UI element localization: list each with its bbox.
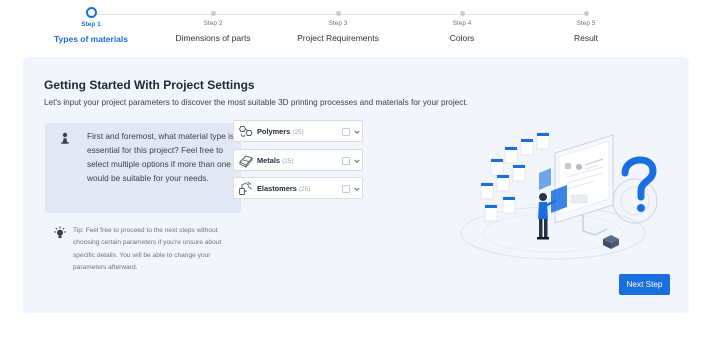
card-title: Getting Started With Project Settings: [44, 78, 255, 92]
material-checkbox[interactable]: [342, 157, 350, 165]
progress-stepper: Step 1 Types of materials Step 2 Dimensi…: [0, 0, 712, 48]
project-settings-card: Getting Started With Project Settings Le…: [23, 57, 689, 313]
step-name: Colors: [449, 33, 475, 43]
material-label: Metals (25): [257, 156, 294, 165]
step-name: Dimensions of parts: [175, 33, 251, 43]
step-number: Step 1: [81, 21, 101, 28]
material-option-polymers[interactable]: Polymers (25): [233, 120, 363, 142]
material-checkbox[interactable]: [342, 128, 350, 136]
chevron-down-icon[interactable]: [353, 157, 361, 165]
question-text: First and foremost, what material type i…: [87, 131, 235, 183]
tip-text: Tip: Feel free to proceed to the next st…: [73, 227, 222, 271]
step-colors[interactable]: Step 4 Colors: [392, 7, 532, 45]
material-checkbox[interactable]: [342, 185, 350, 193]
pawn-icon: [61, 132, 69, 144]
step-number: Step 2: [203, 20, 223, 27]
step-name: Result: [573, 33, 599, 43]
step-name: Project Requirements: [297, 33, 379, 43]
step-dimensions-of-parts[interactable]: Step 2 Dimensions of parts: [143, 7, 283, 45]
material-count: (25): [292, 129, 304, 136]
material-option-elastomers[interactable]: Elastomers (25): [233, 177, 363, 199]
step-dot: [335, 11, 341, 16]
material-label: Elastomers (25): [257, 184, 311, 193]
next-step-button[interactable]: Next Step: [619, 274, 670, 295]
material-count: (25): [282, 158, 294, 165]
card-subtitle: Let's input your project parameters to d…: [44, 98, 468, 107]
step-name: Types of materials: [53, 34, 128, 44]
material-option-metals[interactable]: Metals (25): [233, 149, 363, 171]
step-number: Step 3: [328, 20, 348, 27]
step-dot-active: [85, 7, 97, 18]
material-count: (25): [298, 186, 311, 193]
lightbulb-icon: [54, 226, 66, 239]
step-number: Step 5: [576, 20, 596, 27]
step-dot: [583, 11, 589, 16]
project-settings-illustration: [460, 132, 658, 260]
elastomer-icon: [239, 181, 252, 195]
step-dot: [210, 11, 216, 16]
polymer-icon: [238, 126, 253, 137]
step-project-requirements[interactable]: Step 3 Project Requirements: [268, 7, 408, 45]
step-types-of-materials[interactable]: Step 1 Types of materials: [21, 7, 161, 46]
step-number: Step 4: [452, 20, 472, 27]
metal-icon: [239, 155, 253, 168]
chevron-down-icon[interactable]: [353, 128, 361, 136]
chevron-down-icon[interactable]: [353, 185, 361, 193]
material-label: Polymers (25): [257, 127, 304, 136]
question-box: First and foremost, what material type i…: [45, 123, 241, 213]
step-result[interactable]: Step 5 Result: [516, 7, 656, 45]
step-dot: [459, 11, 465, 16]
